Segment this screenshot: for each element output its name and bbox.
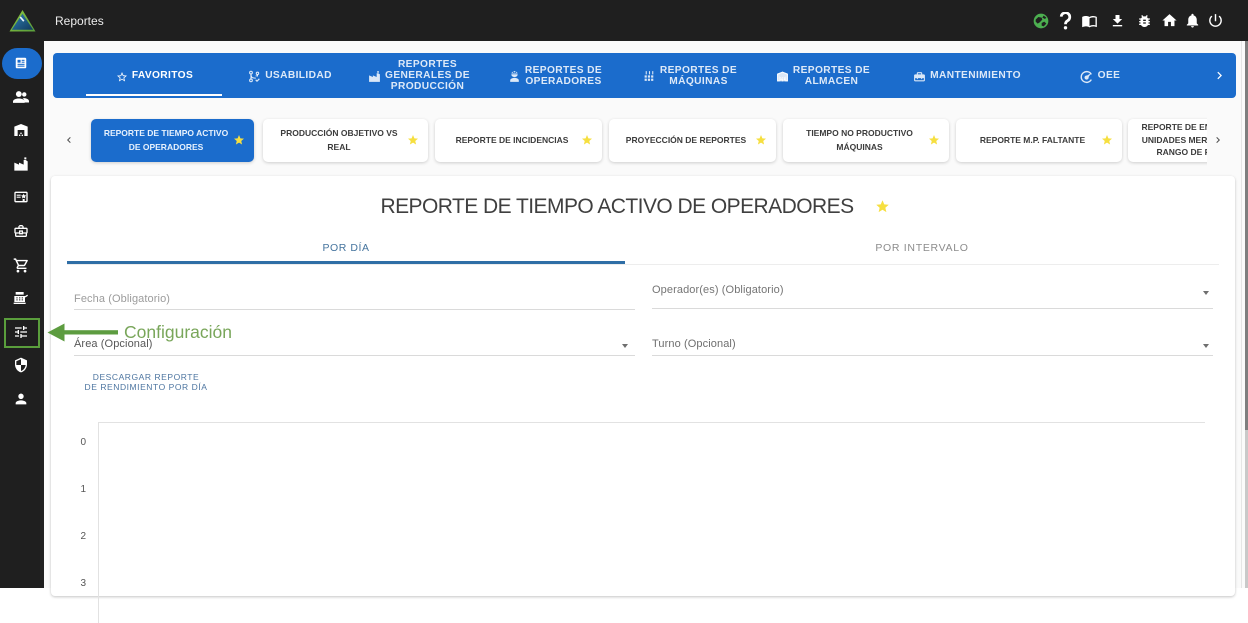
svg-text:Configuración: Configuración [124,322,232,342]
